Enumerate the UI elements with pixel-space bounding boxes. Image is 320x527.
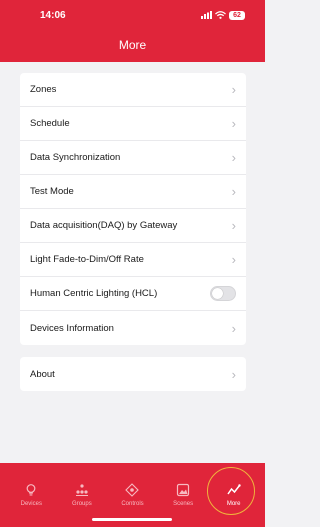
chevron-right-icon: › [231,150,236,165]
menu-item-label: Zones [30,84,57,95]
status-bar: 14:06 62 [0,0,265,30]
tab-label: More [226,501,241,507]
chevron-right-icon: › [231,116,236,131]
menu-item-label: Schedule [30,118,70,129]
signal-icon [201,11,212,19]
menu-item-label: Data Synchronization [30,152,121,163]
menu-item-label: Test Mode [30,186,74,197]
about-card: About › [20,357,246,391]
more-icon [227,484,241,495]
page-title: More [118,38,147,52]
menu-item-label: About [30,368,55,380]
tab-label: Controls [121,501,144,507]
menu-item-label: Human Centric Lighting (HCL) [30,288,158,299]
menu-item-label: Light Fade-to-Dim/Off Rate [30,254,144,265]
menu-item-devices-information[interactable]: Devices Information › [20,311,246,345]
menu-item-data-synchronization[interactable]: Data Synchronization › [20,141,246,175]
tab-label: Groups [72,501,92,507]
status-time: 14:06 [40,9,66,21]
menu-item-label: Data acquisition(DAQ) by Gateway [30,220,178,231]
tab-label: Devices [20,501,42,507]
battery-icon: 62 [229,10,245,20]
chevron-right-icon: › [231,252,236,267]
home-indicator [92,518,172,521]
menu-item-test-mode[interactable]: Test Mode › [20,175,246,209]
chevron-right-icon: › [231,320,236,336]
menu-item-daq-by-gateway[interactable]: Data acquisition(DAQ) by Gateway › [20,209,246,243]
menu-item-zones[interactable]: Zones › [20,73,246,107]
chevron-right-icon: › [231,366,236,382]
tab-label: Scenes [173,501,194,507]
bulb-icon [26,484,36,496]
menu-item-hcl: Human Centric Lighting (HCL) [20,277,246,311]
menu-item-about[interactable]: About › [20,357,246,391]
menu-item-fade-rate[interactable]: Light Fade-to-Dim/Off Rate › [20,243,246,277]
menu-item-label: Devices Information [30,322,114,334]
status-icons: 62 [201,10,245,20]
chevron-right-icon: › [231,218,236,233]
tab-more[interactable]: More [210,463,258,527]
hcl-toggle[interactable] [210,286,236,301]
wifi-icon [215,11,226,19]
top-bar: 14:06 62 More [0,0,265,62]
tab-devices[interactable]: Devices [7,463,55,527]
chevron-right-icon: › [231,184,236,199]
chevron-right-icon: › [231,82,236,97]
scenes-icon [176,483,190,497]
controls-icon [125,483,140,497]
settings-list: Zones › Schedule › Data Synchronization … [20,73,246,345]
toggle-knob [212,288,223,299]
groups-icon [75,484,88,496]
menu-item-schedule[interactable]: Schedule › [20,107,246,141]
